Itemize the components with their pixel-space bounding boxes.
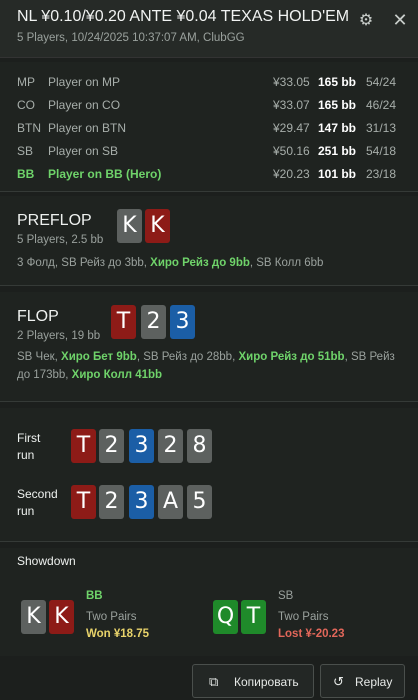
street-title: FLOP — [17, 308, 59, 325]
second-run-label: Second run — [17, 486, 58, 520]
board-card: T — [111, 305, 136, 339]
hero-showdown-result: Won ¥18.75 — [86, 628, 150, 640]
player-stats: 54/18 — [366, 144, 397, 158]
hero-action-text: Хиро Рейз до 51bb — [238, 351, 345, 363]
player-position: BB — [17, 167, 35, 181]
villain-showdown-card: T — [241, 600, 266, 634]
copy-button[interactable]: ⧉ Копировать — [192, 664, 314, 698]
player-name: Player on MP — [48, 75, 121, 89]
hero-showdown-card: K — [21, 600, 46, 634]
run-card: 3 — [129, 485, 154, 519]
run-label-line: run — [17, 448, 35, 462]
player-name: Player on BTN — [48, 121, 127, 135]
player-row: SB Player on SB ¥50.16 251 bb 54/18 — [0, 141, 418, 161]
player-stack: ¥33.07 — [273, 98, 310, 112]
action-text: , SB Колл 6bb — [249, 257, 324, 269]
street-actions: SB Чек, Хиро Бет 9bb, SB Рейз до 28bb, Х… — [17, 348, 407, 384]
player-stack: ¥50.16 — [273, 144, 310, 158]
hero-showdown-name: BB — [86, 590, 103, 602]
action-text: 3 Фолд, SB Рейз до 3bb, — [17, 257, 151, 269]
run-label-line: First — [17, 431, 41, 445]
player-stats: 46/24 — [366, 98, 397, 112]
run-card: 8 — [187, 429, 212, 463]
hero-showdown-card: K — [49, 600, 74, 634]
board-card: 3 — [170, 305, 195, 339]
street-subtitle: 5 Players, 2.5 bb — [17, 234, 104, 246]
replay-icon: ↺ — [333, 674, 344, 689]
player-stack: ¥33.05 — [273, 75, 310, 89]
hand-title: NL ¥0.10/¥0.20 ANTE ¥0.04 TEXAS HOLD'EM — [17, 8, 350, 25]
player-stats: 31/13 — [366, 121, 397, 135]
replay-button[interactable]: ↺ Replay — [320, 664, 405, 698]
close-icon[interactable]: ✕ — [389, 9, 411, 31]
run-card: T — [71, 429, 96, 463]
run-card: 3 — [129, 429, 154, 463]
players-table: MP Player on MP ¥33.05 165 bb 54/24 CO P… — [0, 62, 418, 192]
player-row: CO Player on CO ¥33.07 165 bb 46/24 — [0, 95, 418, 115]
player-position: SB — [17, 144, 34, 158]
copy-icon: ⧉ — [209, 674, 219, 689]
gear-icon[interactable]: ⚙ — [357, 12, 375, 30]
villain-showdown-card: Q — [213, 600, 238, 634]
runs-section: First run T 2 3 2 8 Second run T 2 3 A 5 — [0, 408, 418, 542]
villain-showdown-name: SB — [278, 590, 294, 602]
villain-showdown-result: Lost ¥-20.23 — [278, 628, 345, 640]
player-stats: 54/24 — [366, 75, 397, 89]
street-title: PREFLOP — [17, 212, 92, 229]
hero-showdown-hand: Two Pairs — [86, 611, 137, 623]
player-name: Player on CO — [48, 98, 121, 112]
run-label-line: Second — [17, 487, 58, 501]
hole-card: K — [117, 209, 142, 243]
run-card: 2 — [99, 485, 124, 519]
player-stack: ¥20.23 — [273, 167, 310, 181]
player-position: BTN — [17, 121, 41, 135]
player-stack: ¥29.47 — [273, 121, 310, 135]
player-name: Player on SB — [48, 144, 119, 158]
run-card: 5 — [187, 485, 212, 519]
hero-action-text: Хиро Бет 9bb — [61, 351, 137, 363]
hand-header: NL ¥0.10/¥0.20 ANTE ¥0.04 TEXAS HOLD'EM … — [0, 0, 418, 58]
copy-button-label: Копировать — [234, 675, 299, 689]
board-card: 2 — [141, 305, 166, 339]
preflop-section: PREFLOP 5 Players, 2.5 bb K K 3 Фолд, SB… — [0, 196, 418, 286]
hand-subtitle: 5 Players, 10/24/2025 10:37:07 AM, ClubG… — [17, 32, 245, 44]
street-actions: 3 Фолд, SB Рейз до 3bb, Хиро Рейз до 9bb… — [17, 254, 407, 272]
first-run-label: First run — [17, 430, 40, 464]
action-text: SB Чек, — [17, 351, 62, 363]
player-stack-bb: 251 bb — [318, 144, 357, 158]
run-card: 2 — [158, 429, 183, 463]
player-stack-bb: 147 bb — [318, 121, 357, 135]
hero-player-row: BB Player on BB (Hero) ¥20.23 101 bb 23/… — [0, 164, 418, 184]
villain-showdown-hand: Two Pairs — [278, 611, 329, 623]
run-card: T — [71, 485, 96, 519]
player-stack-bb: 165 bb — [318, 75, 357, 89]
player-position: MP — [17, 75, 35, 89]
showdown-title: Showdown — [17, 554, 76, 568]
run-card: 2 — [99, 429, 124, 463]
run-label-line: run — [17, 504, 35, 518]
street-subtitle: 2 Players, 19 bb — [17, 330, 101, 342]
flop-section: FLOP 2 Players, 19 bb T 2 3 SB Чек, Хиро… — [0, 292, 418, 402]
player-stack-bb: 165 bb — [318, 98, 357, 112]
player-stack-bb: 101 bb — [318, 167, 357, 181]
action-text: , SB Рейз до 28bb, — [136, 351, 239, 363]
player-row: BTN Player on BTN ¥29.47 147 bb 31/13 — [0, 118, 418, 138]
replay-button-label: Replay — [355, 675, 393, 689]
hero-action-text: Хиро Рейз до 9bb — [150, 257, 250, 269]
player-stats: 23/18 — [366, 167, 397, 181]
player-name: Player on BB (Hero) — [48, 167, 162, 181]
run-card: A — [158, 485, 183, 519]
player-row: MP Player on MP ¥33.05 165 bb 54/24 — [0, 72, 418, 92]
hero-action-text: Хиро Колл 41bb — [71, 369, 163, 381]
hole-card: K — [145, 209, 170, 243]
player-position: CO — [17, 98, 35, 112]
